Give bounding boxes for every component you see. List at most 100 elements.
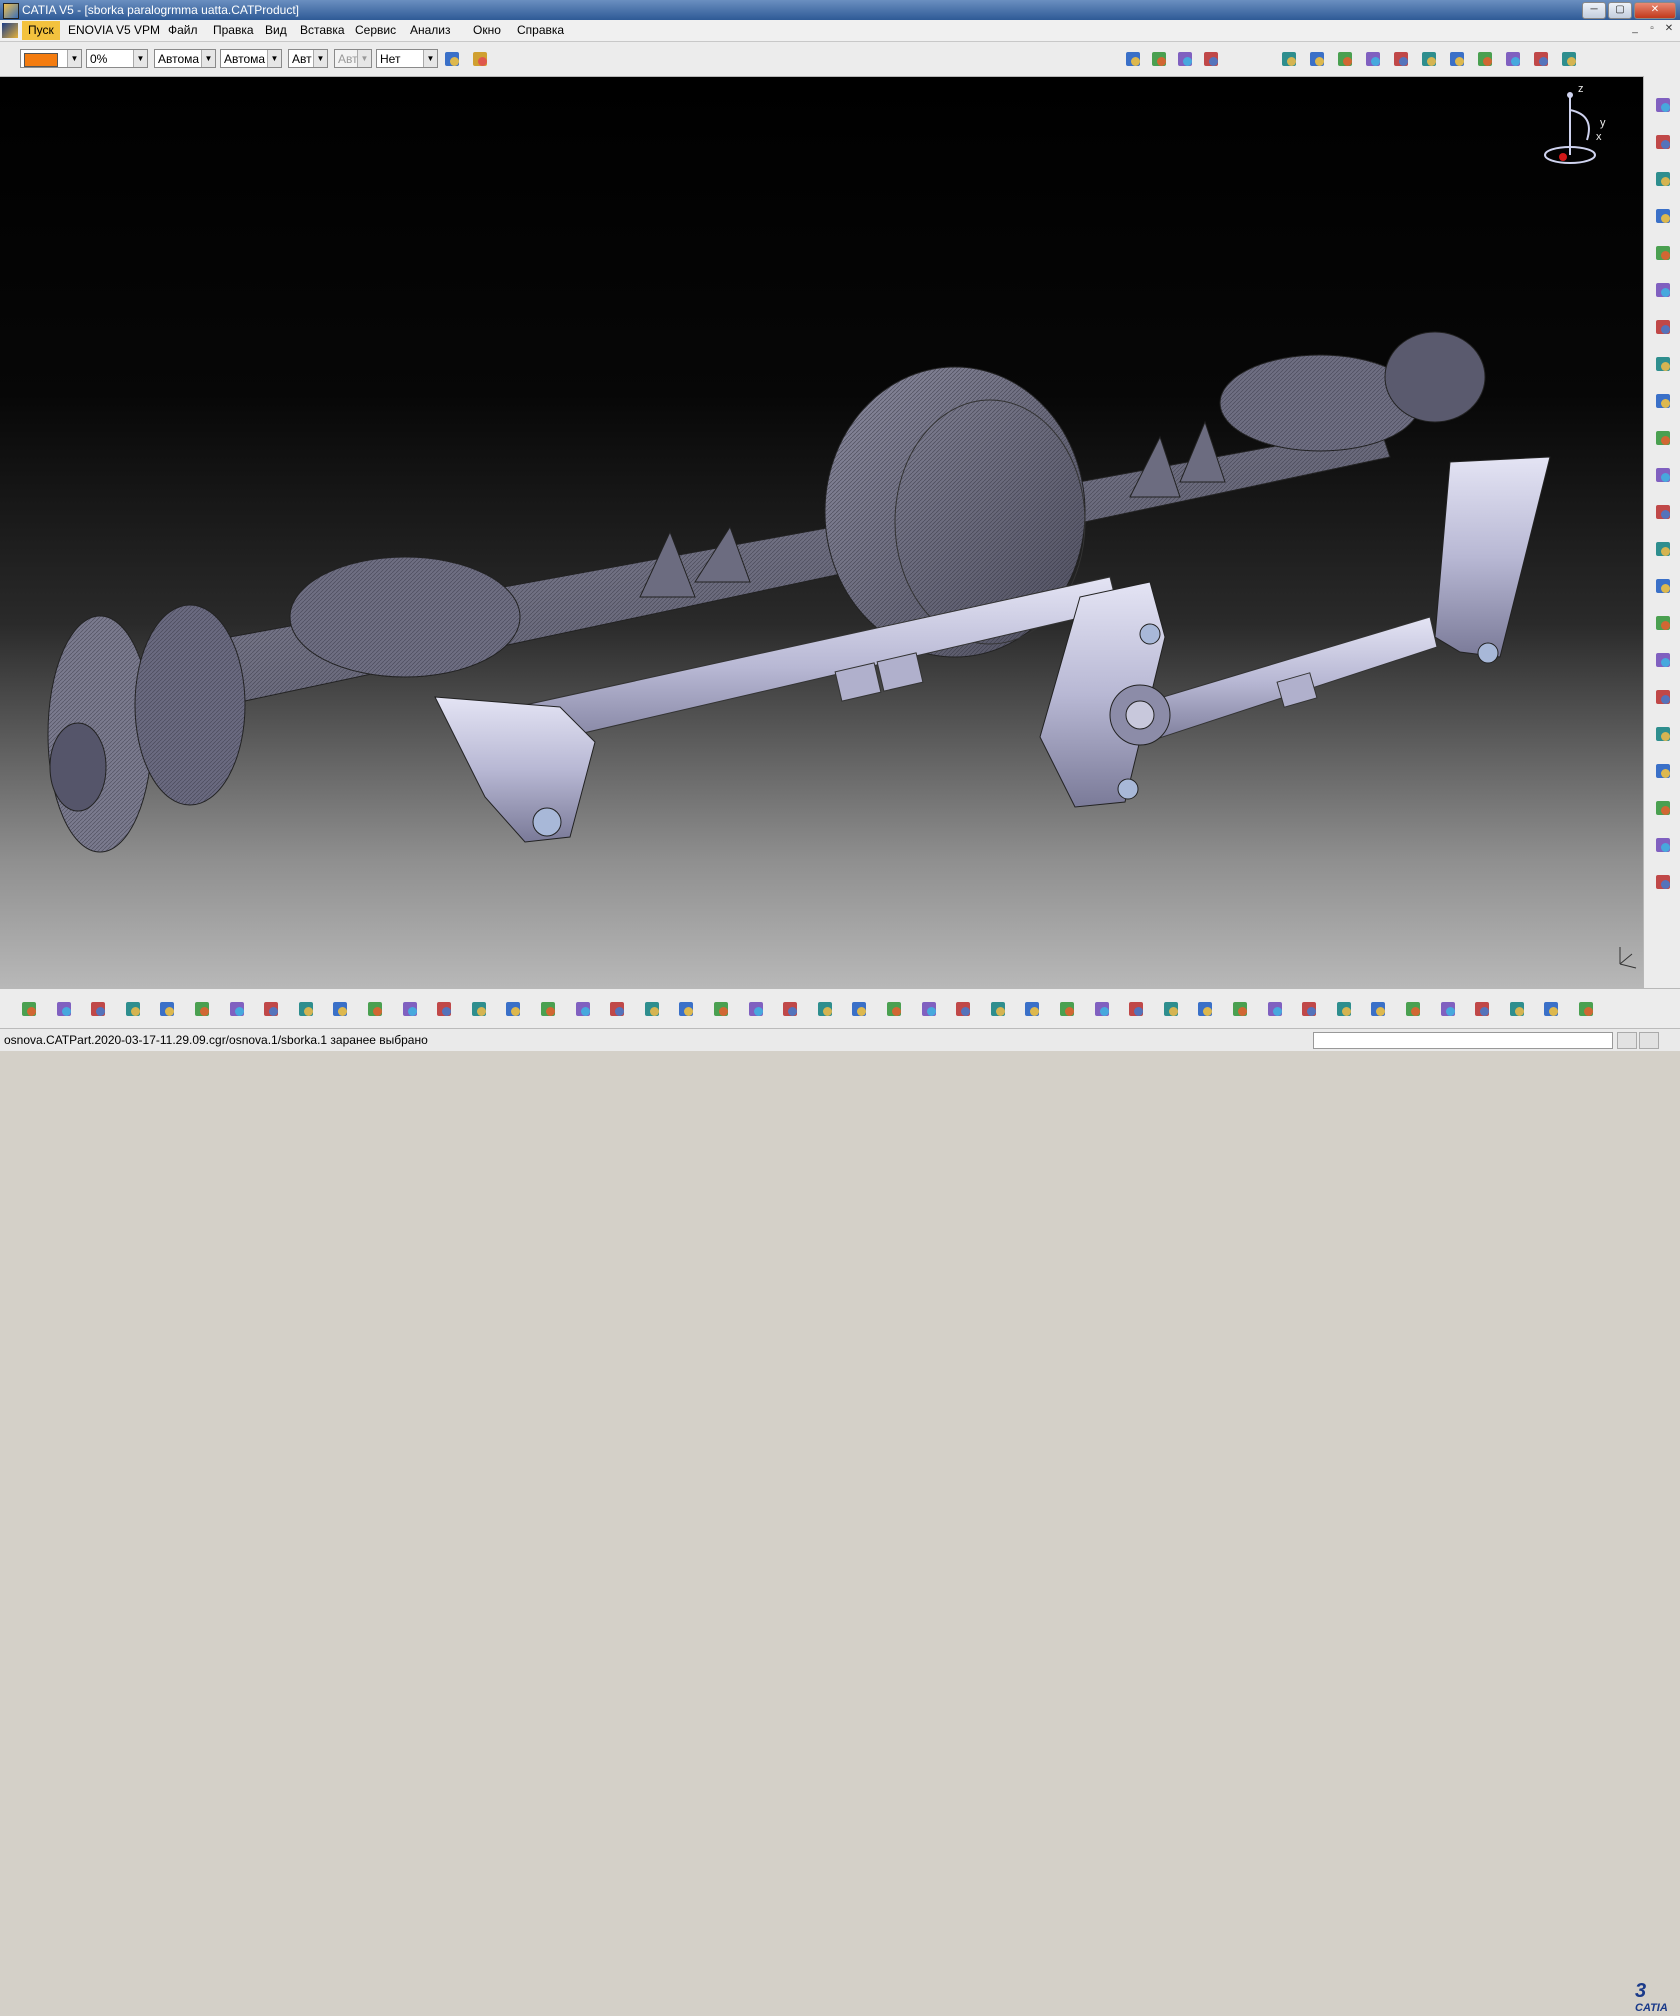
hide-show-icon[interactable] [1021, 998, 1043, 1020]
move-icon[interactable] [1362, 48, 1384, 70]
part-icon[interactable] [1334, 48, 1356, 70]
catalog2-icon[interactable] [1200, 48, 1222, 70]
line-thickness-combo[interactable]: Автома ▼ [154, 49, 216, 68]
update-icon[interactable] [1530, 48, 1552, 70]
simulation-icon[interactable] [1367, 998, 1389, 1020]
fly-icon[interactable] [675, 998, 697, 1020]
whats-this-icon[interactable] [364, 998, 386, 1020]
product-structure-icon[interactable] [1652, 131, 1674, 153]
constraint-icon[interactable] [1278, 48, 1300, 70]
menu-help[interactable]: Справка [514, 23, 567, 37]
zoom-in-icon[interactable] [814, 998, 836, 1020]
component-icon[interactable] [1306, 48, 1328, 70]
clash-icon[interactable] [1446, 48, 1468, 70]
doc-close-button[interactable]: ✕ [1662, 23, 1676, 36]
menu-start[interactable]: Пуск [22, 21, 60, 40]
renumber-icon[interactable] [1652, 353, 1674, 375]
measure-item-icon[interactable] [1229, 998, 1251, 1020]
update-icon[interactable] [1160, 998, 1182, 1020]
gear-icon[interactable] [1298, 998, 1320, 1020]
manage-representation-icon[interactable] [1652, 501, 1674, 523]
coincidence-icon[interactable] [1652, 797, 1674, 819]
point-type-combo[interactable]: Авт ▼ [288, 49, 328, 68]
menu-window[interactable]: Окно [470, 23, 504, 37]
menu-enovia[interactable]: ENOVIA V5 VPM [65, 23, 163, 37]
3d-viewport[interactable]: z y x [0, 77, 1643, 988]
kinematics-icon[interactable] [1333, 998, 1355, 1020]
select-icon[interactable] [18, 998, 40, 1020]
dropdown-arrow-icon[interactable]: ▼ [423, 50, 437, 67]
status-button-2[interactable] [1639, 1032, 1659, 1049]
catalog-icon[interactable] [1540, 998, 1562, 1020]
paste-icon[interactable] [260, 998, 282, 1020]
document-icon[interactable] [2, 23, 18, 38]
open-icon[interactable] [87, 998, 109, 1020]
snap-icon[interactable] [1390, 48, 1412, 70]
doc-minimize-button[interactable]: _ [1628, 23, 1642, 36]
painter-icon[interactable] [441, 48, 463, 70]
explode-icon[interactable] [1652, 686, 1674, 708]
comment-icon[interactable] [468, 998, 490, 1020]
dropdown-arrow-icon[interactable]: ▼ [67, 50, 81, 67]
fill-color-combo[interactable]: ▼ [20, 49, 82, 68]
graph-icon[interactable] [1652, 316, 1674, 338]
publication-icon[interactable] [1091, 998, 1113, 1020]
status-button-1[interactable] [1617, 1032, 1637, 1049]
close-button[interactable]: ✕ [1634, 2, 1676, 19]
menu-edit[interactable]: Правка [210, 23, 257, 37]
capture-icon[interactable] [1125, 998, 1147, 1020]
pan-icon[interactable] [745, 998, 767, 1020]
section-icon[interactable] [1474, 48, 1496, 70]
sequence-icon[interactable] [1437, 998, 1459, 1020]
dropdown-arrow-icon[interactable]: ▼ [201, 50, 215, 67]
measure-icon[interactable] [1194, 998, 1216, 1020]
generate-numbering-icon[interactable] [1652, 427, 1674, 449]
undo-icon[interactable] [295, 998, 317, 1020]
fix-icon[interactable] [1652, 760, 1674, 782]
explode-icon[interactable] [1418, 48, 1440, 70]
axle-housing[interactable] [47, 331, 1486, 853]
product-icon[interactable] [1122, 48, 1144, 70]
multi-view-icon[interactable] [918, 998, 940, 1020]
copy-icon[interactable] [226, 998, 248, 1020]
zoom-out-icon[interactable] [848, 998, 870, 1020]
catalog-icon[interactable] [1174, 48, 1196, 70]
scene-icon[interactable] [1558, 48, 1580, 70]
new-icon[interactable] [53, 998, 75, 1020]
menu-file[interactable]: Файл [165, 23, 201, 37]
assembly-model[interactable] [0, 77, 1643, 988]
camera-icon[interactable] [1471, 998, 1493, 1020]
search-icon[interactable] [399, 998, 421, 1020]
shading-icon[interactable] [987, 998, 1009, 1020]
tree-icon[interactable] [572, 998, 594, 1020]
minimize-button[interactable]: ─ [1582, 2, 1606, 19]
command-input[interactable] [1313, 1032, 1613, 1049]
render-icon[interactable] [1506, 998, 1528, 1020]
menu-tools[interactable]: Сервис [352, 23, 399, 37]
doc-restore-button[interactable]: ▫ [1645, 23, 1659, 36]
manipulate-icon[interactable] [1652, 612, 1674, 634]
line-type-combo[interactable]: Автома ▼ [220, 49, 282, 68]
save-icon[interactable] [122, 998, 144, 1020]
offset-icon[interactable] [1652, 871, 1674, 893]
light-icon[interactable] [502, 998, 524, 1020]
new-part-icon[interactable] [1652, 205, 1674, 227]
properties-icon[interactable] [469, 48, 491, 70]
print-icon[interactable] [156, 998, 178, 1020]
menu-view[interactable]: Вид [262, 23, 290, 37]
rotate-icon[interactable] [779, 998, 801, 1020]
contact-icon[interactable] [1652, 834, 1674, 856]
tree-icon[interactable] [1148, 48, 1170, 70]
dropdown-arrow-icon[interactable]: ▼ [267, 50, 281, 67]
iso-view-icon[interactable] [952, 998, 974, 1020]
transparency-combo[interactable]: 0% ▼ [86, 49, 148, 68]
dropdown-arrow-icon[interactable]: ▼ [133, 50, 147, 67]
hand-icon[interactable] [1575, 998, 1597, 1020]
menu-analysis[interactable]: Анализ [407, 23, 454, 37]
catia-app-icon[interactable] [3, 3, 19, 19]
table-icon[interactable] [537, 998, 559, 1020]
assembly-constraints-icon[interactable] [1652, 94, 1674, 116]
select-icon[interactable] [1652, 575, 1674, 597]
normal-view-icon[interactable] [883, 998, 905, 1020]
multi-view-icon[interactable] [641, 998, 663, 1020]
